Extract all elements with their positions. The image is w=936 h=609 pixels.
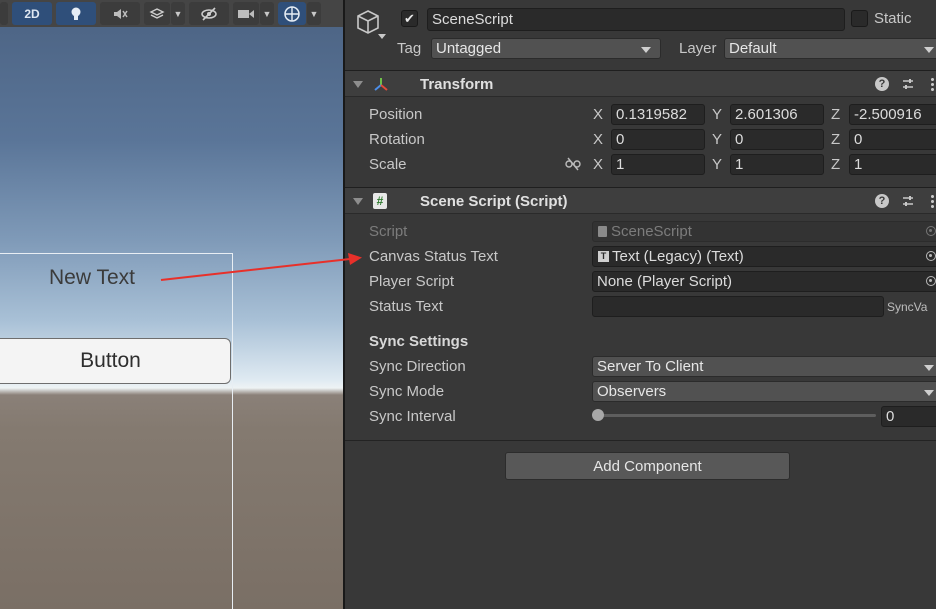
position-label[interactable]: Position bbox=[369, 106, 422, 123]
scene-script-header[interactable]: # Scene Script (Script) ? bbox=[345, 187, 936, 214]
position-x-field[interactable]: 0.1319582 bbox=[611, 104, 705, 125]
presets-sliders-icon[interactable] bbox=[901, 77, 915, 91]
sync-interval-label: Sync Interval bbox=[369, 408, 456, 425]
script-reference-value: SceneScript bbox=[611, 223, 692, 240]
tag-label: Tag bbox=[397, 40, 422, 57]
status-text-input[interactable] bbox=[592, 296, 884, 317]
object-name-input[interactable]: SceneScript bbox=[427, 8, 845, 31]
sync-interval-slider-track[interactable] bbox=[596, 414, 876, 417]
script-object-picker-icon bbox=[926, 226, 936, 236]
rotation-z-field[interactable]: 0 bbox=[849, 129, 936, 150]
sync-interval-input[interactable]: 0 bbox=[881, 406, 936, 427]
script-help-icon[interactable]: ? bbox=[875, 194, 889, 208]
scale-x-field[interactable]: 1 bbox=[611, 154, 705, 175]
rotation-y-axis[interactable]: Y bbox=[712, 131, 722, 148]
sync-interval-slider-thumb[interactable] bbox=[592, 409, 604, 421]
effects-button[interactable] bbox=[144, 2, 170, 25]
scene-script-title: Scene Script (Script) bbox=[420, 193, 568, 210]
sync-direction-dropdown[interactable]: Server To Client bbox=[592, 356, 936, 377]
camera-button[interactable] bbox=[233, 2, 259, 25]
scale-x-axis[interactable]: X bbox=[593, 156, 603, 173]
scene-view[interactable]: 2D ▼ ▼ ▼ New Text Button bbox=[0, 0, 343, 609]
script-label: Script bbox=[369, 223, 408, 240]
scene-script-foldout-icon[interactable] bbox=[353, 198, 363, 205]
script-asset-icon bbox=[598, 226, 607, 237]
position-y-axis[interactable]: Y bbox=[712, 106, 722, 123]
position-z-axis[interactable]: Z bbox=[831, 106, 840, 123]
layers-icon bbox=[149, 7, 165, 19]
component-separator bbox=[345, 440, 936, 441]
scale-link-icon[interactable] bbox=[565, 157, 581, 171]
syncvar-tag: SyncVa bbox=[887, 300, 928, 314]
lightbulb-icon bbox=[71, 7, 81, 20]
scale-y-field[interactable]: 1 bbox=[730, 154, 824, 175]
canvas-status-text-value: Text (Legacy) (Text) bbox=[612, 248, 744, 265]
transform-menu-icon[interactable] bbox=[931, 77, 934, 91]
effects-dropdown[interactable]: ▼ bbox=[144, 2, 185, 25]
transform-title: Transform bbox=[420, 76, 494, 93]
scale-y-axis[interactable]: Y bbox=[712, 156, 722, 173]
canvas-status-object-picker-icon[interactable] bbox=[926, 251, 936, 261]
toggle-2d-button[interactable]: 2D bbox=[12, 2, 52, 25]
inspector-panel: ✔ SceneScript Static Tag Untagged Layer … bbox=[345, 0, 936, 609]
sync-direction-label: Sync Direction bbox=[369, 358, 466, 375]
player-script-field[interactable]: None (Player Script) bbox=[592, 271, 936, 292]
rotation-x-axis[interactable]: X bbox=[593, 131, 603, 148]
audio-toggle-button[interactable] bbox=[100, 2, 140, 25]
script-presets-sliders-icon[interactable] bbox=[901, 194, 915, 208]
player-script-object-picker-icon[interactable] bbox=[926, 276, 936, 286]
layer-dropdown[interactable]: Default bbox=[724, 38, 936, 59]
canvas-status-text-label: Canvas Status Text bbox=[369, 248, 498, 265]
rotation-z-axis[interactable]: Z bbox=[831, 131, 840, 148]
transform-foldout-icon[interactable] bbox=[353, 81, 363, 88]
icon-chevron-down-icon[interactable] bbox=[378, 34, 386, 39]
active-checkbox[interactable]: ✔ bbox=[401, 10, 418, 27]
scale-label[interactable]: Scale bbox=[369, 156, 407, 173]
player-script-label: Player Script bbox=[369, 273, 455, 290]
add-component-button[interactable]: Add Component bbox=[505, 452, 790, 480]
camera-icon bbox=[238, 9, 254, 18]
camera-chevron-down-icon[interactable]: ▼ bbox=[260, 2, 274, 25]
rotation-y-field[interactable]: 0 bbox=[730, 129, 824, 150]
scene-toolbar: 2D ▼ ▼ ▼ bbox=[0, 0, 343, 27]
position-z-field[interactable]: -2.500916 bbox=[849, 104, 936, 125]
scene-ui-button[interactable]: Button bbox=[0, 338, 231, 384]
rotation-x-field[interactable]: 0 bbox=[611, 129, 705, 150]
scale-z-axis[interactable]: Z bbox=[831, 156, 840, 173]
tag-dropdown[interactable]: Untagged bbox=[431, 38, 661, 59]
position-y-field[interactable]: 2.601306 bbox=[730, 104, 824, 125]
sync-mode-label: Sync Mode bbox=[369, 383, 445, 400]
scene-new-text-label[interactable]: New Text bbox=[49, 266, 135, 290]
position-x-axis[interactable]: X bbox=[593, 106, 603, 123]
static-checkbox[interactable] bbox=[851, 10, 868, 27]
gameobject-cube-icon bbox=[357, 10, 379, 34]
scale-z-field[interactable]: 1 bbox=[849, 154, 936, 175]
script-reference-field: SceneScript bbox=[592, 221, 936, 242]
rotation-label[interactable]: Rotation bbox=[369, 131, 425, 148]
transform-axes-icon bbox=[374, 78, 388, 91]
sync-mode-dropdown[interactable]: Observers bbox=[592, 381, 936, 402]
effects-chevron-down-icon[interactable]: ▼ bbox=[171, 2, 185, 25]
toolbar-edge-button[interactable] bbox=[0, 2, 8, 25]
gizmos-button[interactable] bbox=[278, 2, 306, 25]
camera-dropdown[interactable]: ▼ bbox=[233, 2, 274, 25]
gizmos-chevron-down-icon[interactable]: ▼ bbox=[307, 2, 321, 25]
help-icon[interactable]: ? bbox=[875, 77, 889, 91]
scene-visibility-button[interactable] bbox=[189, 2, 229, 25]
text-component-icon: T bbox=[598, 251, 609, 262]
status-text-label: Status Text bbox=[369, 298, 443, 315]
audio-muted-icon bbox=[114, 8, 128, 19]
layer-label: Layer bbox=[679, 40, 717, 57]
static-label: Static bbox=[874, 10, 912, 27]
canvas-status-text-field[interactable]: T Text (Legacy) (Text) bbox=[592, 246, 936, 267]
sync-settings-header: Sync Settings bbox=[369, 333, 469, 350]
transform-header[interactable]: Transform ? bbox=[345, 70, 936, 97]
script-menu-icon[interactable] bbox=[931, 194, 934, 208]
ui-canvas-bounds bbox=[0, 253, 233, 609]
eye-hidden-icon bbox=[201, 6, 217, 21]
globe-gizmo-icon bbox=[284, 5, 300, 22]
gizmos-dropdown[interactable]: ▼ bbox=[278, 2, 321, 25]
lighting-toggle-button[interactable] bbox=[56, 2, 96, 25]
csharp-script-icon: # bbox=[373, 193, 387, 209]
